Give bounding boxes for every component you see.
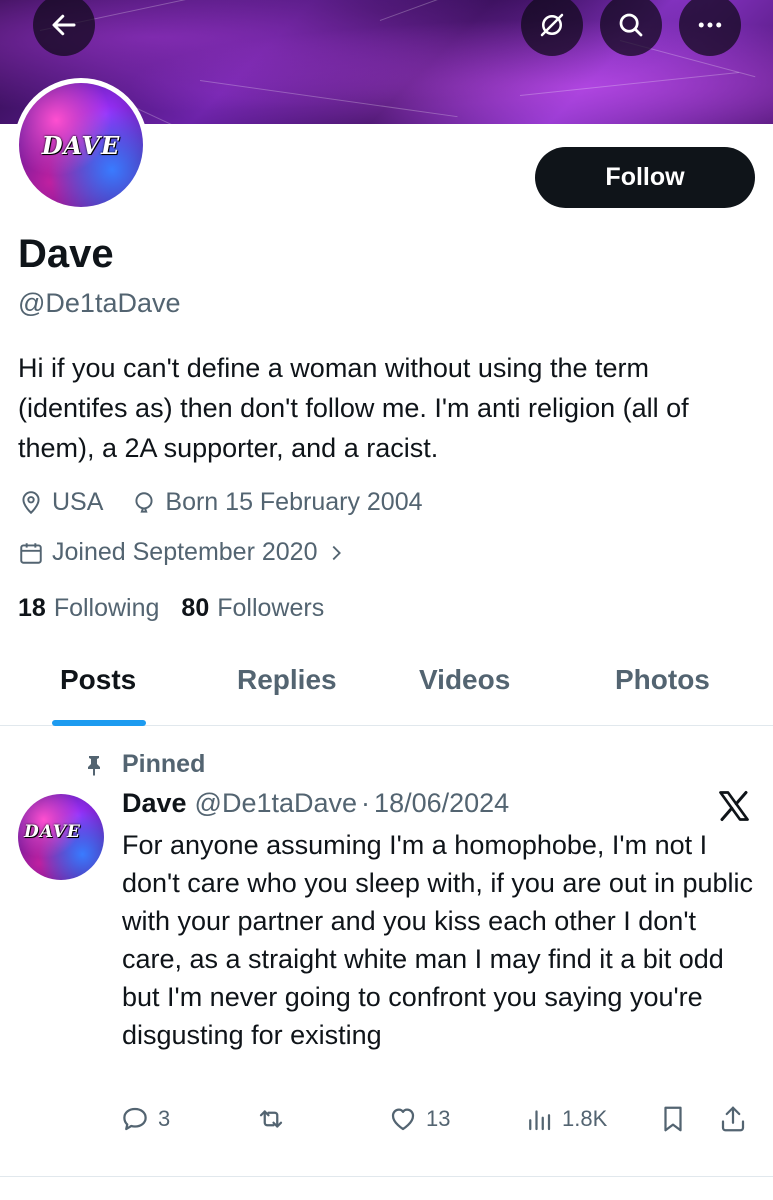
followers-count: 80 (181, 594, 210, 622)
profile-name: Dave (18, 232, 114, 276)
post-author-name[interactable]: Dave (122, 788, 187, 819)
bookmark-icon (664, 1106, 682, 1132)
joined-item[interactable]: Joined September 2020 (18, 538, 347, 567)
avatar-image: DAVE (19, 83, 143, 207)
location-item: USA (18, 488, 103, 517)
post-actions: 3 13 1.8K (120, 1104, 760, 1140)
chevron-right-icon (333, 545, 342, 560)
post-avatar-logo: DAVE (24, 822, 81, 842)
arrow-left-icon (52, 14, 76, 36)
repost-button[interactable] (256, 1104, 294, 1134)
followers-link[interactable]: 80 Followers (181, 594, 324, 623)
views-button[interactable]: 1.8K (524, 1104, 607, 1134)
birthday-item: Born 15 February 2004 (131, 488, 423, 517)
bookmark-button[interactable] (658, 1104, 696, 1134)
reply-count: 3 (158, 1106, 171, 1131)
heart-icon (391, 1108, 415, 1131)
views-bar-chart-icon (529, 1110, 551, 1131)
like-button[interactable]: 13 (388, 1104, 450, 1134)
views-count: 1.8K (562, 1106, 608, 1131)
post-divider (0, 1176, 773, 1177)
tab-posts[interactable]: Posts (60, 664, 136, 696)
share-icon (721, 1106, 745, 1132)
post-text: For anyone assuming I'm a homophobe, I'm… (122, 830, 754, 1050)
post-date[interactable]: 18/06/2024 (374, 788, 509, 819)
profile-tabs: Posts Replies Videos Photos (0, 664, 773, 726)
joined-row[interactable]: Joined September 2020 (18, 538, 347, 567)
profile-meta-row: USA Born 15 February 2004 (18, 488, 423, 517)
location-text: USA (52, 488, 104, 516)
x-logo-icon (719, 791, 749, 821)
post-author-avatar[interactable]: DAVE (18, 794, 104, 880)
active-tab-indicator (52, 720, 146, 726)
reply-icon (123, 1107, 147, 1131)
follow-counts: 18 Following 80 Followers (18, 594, 324, 623)
following-label: Following (53, 594, 160, 622)
profile-avatar[interactable]: DAVE (14, 78, 148, 212)
like-count: 13 (426, 1106, 451, 1131)
followers-label: Followers (217, 594, 325, 622)
reply-button[interactable]: 3 (120, 1104, 170, 1134)
more-dots-icon (698, 22, 722, 28)
post-author-handle[interactable]: @De1taDave (195, 788, 358, 819)
repost-icon (259, 1110, 283, 1128)
post-header: Dave @De1taDave · 18/06/2024 (122, 788, 509, 819)
tab-photos[interactable]: Photos (615, 664, 710, 696)
tab-replies[interactable]: Replies (237, 664, 337, 696)
location-pin-icon (22, 490, 40, 514)
tab-videos[interactable]: Videos (419, 664, 510, 696)
balloon-icon (135, 491, 153, 513)
post-separator: · (361, 788, 371, 818)
pin-icon (88, 755, 100, 776)
share-button[interactable] (718, 1104, 756, 1134)
profile-handle: @De1taDave (18, 288, 181, 318)
pinned-label: Pinned (122, 750, 206, 778)
calendar-icon (20, 542, 42, 564)
follow-button[interactable]: Follow (535, 147, 755, 208)
following-count: 18 (18, 594, 46, 622)
grok-icon (540, 13, 564, 37)
avatar-logo: DAVE (41, 130, 121, 160)
search-icon (619, 13, 643, 37)
following-link[interactable]: 18 Following (18, 594, 159, 623)
pinned-indicator: Pinned (82, 750, 205, 779)
profile-bio: Hi if you can't define a woman without u… (18, 353, 689, 463)
joined-text: Joined September 2020 (52, 538, 318, 566)
birthday-text: Born 15 February 2004 (165, 488, 423, 516)
